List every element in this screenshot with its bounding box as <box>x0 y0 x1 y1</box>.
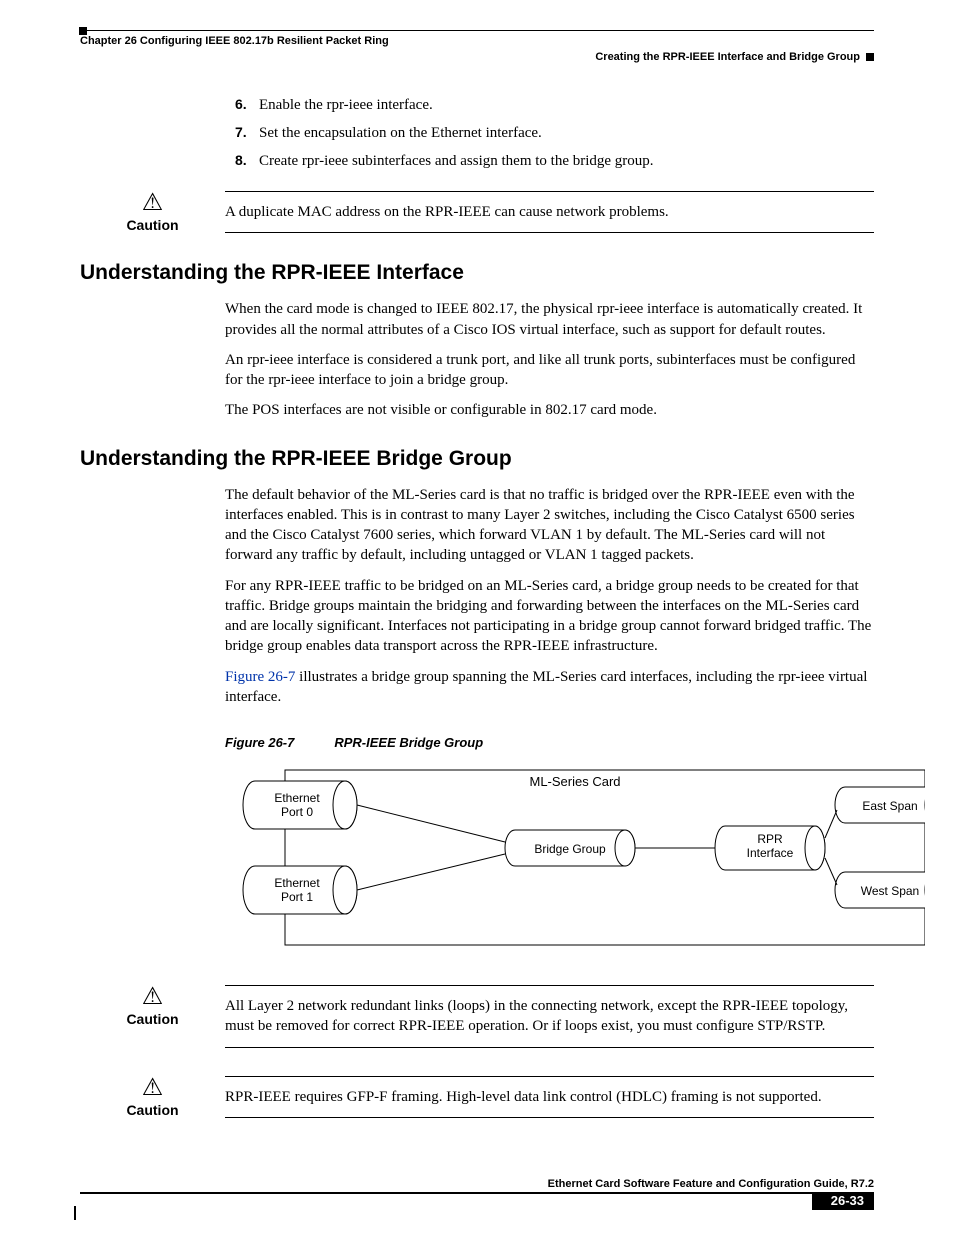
body-p: Figure 26-7 illustrates a bridge group s… <box>225 667 874 708</box>
figure-caption: Figure 26-7RPR-IEEE Bridge Group <box>225 735 874 750</box>
caution-block-2: ⚠ Caution All Layer 2 network redundant … <box>80 985 874 1048</box>
header-chapter: Chapter 26 Configuring IEEE 802.17b Resi… <box>80 35 389 47</box>
svg-text:West Span: West Span <box>861 884 919 898</box>
svg-text:Ethernet: Ethernet <box>274 791 320 805</box>
svg-text:Interface: Interface <box>747 846 794 860</box>
svg-text:RPR: RPR <box>757 832 783 846</box>
caution-icon: ⚠ <box>80 191 225 215</box>
caution-label: Caution <box>80 1102 225 1118</box>
footer: Ethernet Card Software Feature and Confi… <box>80 1178 874 1210</box>
body-p: An rpr-ieee interface is considered a tr… <box>225 350 874 391</box>
caution-block-3: ⚠ Caution RPR-IEEE requires GFP-F framin… <box>80 1076 874 1118</box>
caution-icon: ⚠ <box>80 1076 225 1100</box>
caution-label: Caution <box>80 1011 225 1027</box>
body-p: For any RPR-IEEE traffic to be bridged o… <box>225 576 874 657</box>
caution-text: A duplicate MAC address on the RPR-IEEE … <box>225 191 874 233</box>
crop-mark <box>74 1206 76 1220</box>
svg-text:East Span: East Span <box>862 799 917 813</box>
svg-text:Port 1: Port 1 <box>281 890 313 904</box>
svg-text:Port 0: Port 0 <box>281 805 313 819</box>
header-rule <box>80 30 874 31</box>
body-p: The POS interfaces are not visible or co… <box>225 400 874 420</box>
heading-bridge-group: Understanding the RPR-IEEE Bridge Group <box>80 447 874 471</box>
header-section: Creating the RPR-IEEE Interface and Brid… <box>595 51 860 63</box>
svg-text:Ethernet: Ethernet <box>274 876 320 890</box>
header-section-marker <box>866 53 874 61</box>
body-p: The default behavior of the ML-Series ca… <box>225 485 874 566</box>
svg-text:Bridge Group: Bridge Group <box>534 842 606 856</box>
footer-title: Ethernet Card Software Feature and Confi… <box>80 1178 874 1190</box>
caution-icon: ⚠ <box>80 985 225 1009</box>
heading-rpr-interface: Understanding the RPR-IEEE Interface <box>80 261 874 285</box>
caution-block-1: ⚠ Caution A duplicate MAC address on the… <box>80 191 874 233</box>
caution-label: Caution <box>80 217 225 233</box>
figure-diagram: ML-Series Card Ethernet Port 0 Ethernet … <box>225 760 874 965</box>
caution-text: RPR-IEEE requires GFP-F framing. High-le… <box>225 1076 874 1118</box>
caution-text: All Layer 2 network redundant links (loo… <box>225 985 874 1048</box>
body-p: When the card mode is changed to IEEE 80… <box>225 299 874 340</box>
diagram-ml-card-label: ML-Series Card <box>529 774 620 789</box>
step-7: Set the encapsulation on the Ethernet in… <box>235 121 874 145</box>
figure-xref[interactable]: Figure 26-7 <box>225 669 295 685</box>
step-8: Create rpr-ieee subinterfaces and assign… <box>235 149 874 173</box>
step-6: Enable the rpr-ieee interface. <box>235 93 874 117</box>
step-list: Enable the rpr-ieee interface. Set the e… <box>235 93 874 173</box>
footer-pagenum: 26-33 <box>831 1192 864 1210</box>
